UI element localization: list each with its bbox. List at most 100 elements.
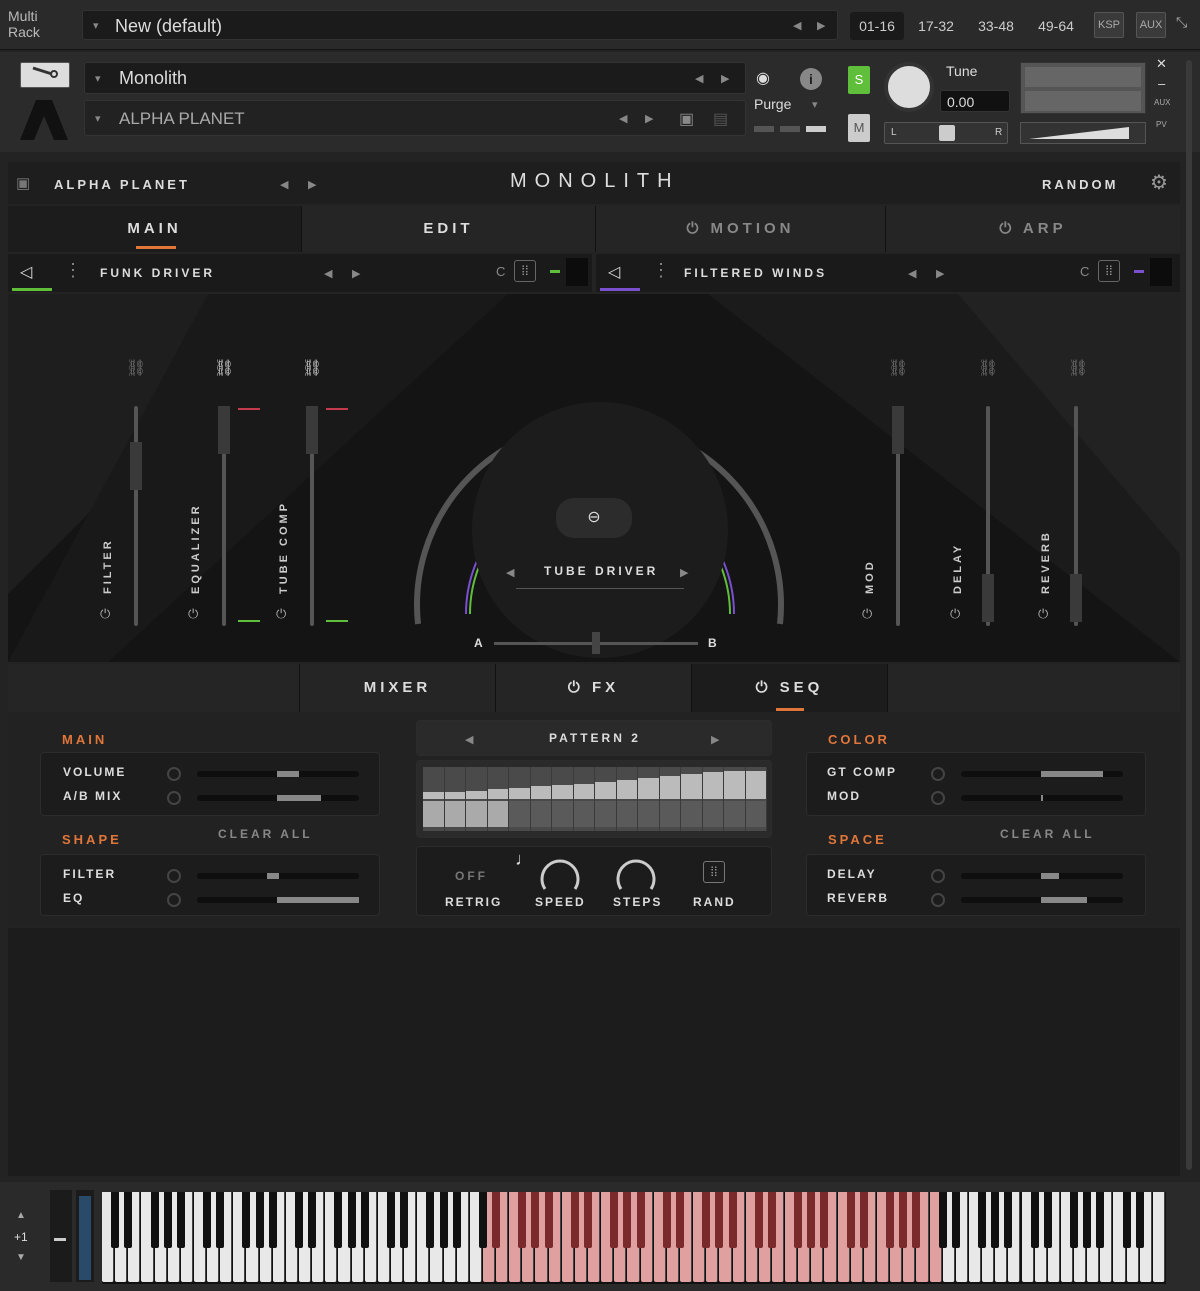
mod-ring-icon[interactable]: [931, 767, 945, 781]
black-key[interactable]: [1096, 1192, 1105, 1248]
black-key[interactable]: [807, 1192, 816, 1248]
mod-ring-icon[interactable]: [167, 767, 181, 781]
black-key[interactable]: [124, 1192, 133, 1248]
pan-handle[interactable]: [939, 125, 955, 141]
black-key[interactable]: [886, 1192, 895, 1248]
pattern-selector[interactable]: ◀ PATTERN 2 ▶: [416, 720, 772, 756]
aux-label[interactable]: AUX: [1154, 98, 1170, 107]
center-effect-name[interactable]: TUBE DRIVER: [544, 564, 658, 578]
tab-arp[interactable]: ⏻ ARP: [886, 206, 1180, 252]
mod-ring-icon[interactable]: [167, 893, 181, 907]
black-key[interactable]: [203, 1192, 212, 1248]
seq-step[interactable]: [616, 767, 637, 831]
range-tab-1[interactable]: 01-16: [850, 12, 904, 40]
black-key[interactable]: [163, 1192, 172, 1248]
black-key[interactable]: [531, 1192, 540, 1248]
octave-down-icon[interactable]: ▼: [16, 1252, 26, 1263]
pitch-wheel[interactable]: [50, 1190, 72, 1282]
seq-step[interactable]: [681, 767, 702, 831]
aux-button[interactable]: AUX: [1136, 12, 1166, 38]
prev-arrow-icon[interactable]: ◀: [465, 733, 473, 746]
black-key[interactable]: [728, 1192, 737, 1248]
black-key[interactable]: [938, 1192, 947, 1248]
range-tab-3[interactable]: 33-48: [968, 12, 1024, 40]
tune-knob[interactable]: [884, 62, 934, 112]
reverb-slider-handle[interactable]: [1070, 574, 1082, 622]
black-key[interactable]: [702, 1192, 711, 1248]
chevron-down-icon[interactable]: ▾: [95, 112, 101, 125]
seq-step[interactable]: [530, 767, 551, 831]
seq-step[interactable]: [552, 767, 573, 831]
power-icon[interactable]: ⏻: [188, 606, 198, 622]
link-icon[interactable]: ⛓: [214, 358, 234, 378]
link-icon[interactable]: ⛓: [126, 358, 146, 378]
black-key[interactable]: [360, 1192, 369, 1248]
grid-icon[interactable]: ⁞⁞: [514, 260, 536, 282]
range-tab-4[interactable]: 49-64: [1028, 12, 1084, 40]
power-icon[interactable]: ⏻: [100, 606, 110, 622]
save-icon[interactable]: ▣: [679, 109, 694, 129]
black-key[interactable]: [1135, 1192, 1144, 1248]
black-key[interactable]: [1070, 1192, 1079, 1248]
seq-step[interactable]: [444, 767, 465, 831]
power-icon[interactable]: ⏻: [276, 606, 286, 622]
mod-ring-icon[interactable]: [931, 893, 945, 907]
engine-b-name[interactable]: FILTERED WINDS: [684, 266, 827, 280]
steps-knob[interactable]: [613, 851, 659, 891]
seq-step[interactable]: [466, 767, 487, 831]
menu-dots-icon[interactable]: ⋮: [652, 260, 670, 281]
gear-icon[interactable]: ⚙: [1150, 170, 1168, 195]
speaker-icon[interactable]: ◁: [20, 262, 32, 282]
piano-keyboard[interactable]: [102, 1192, 1166, 1284]
tab-main[interactable]: MAIN: [8, 206, 302, 252]
rack-scrollbar[interactable]: [1186, 60, 1192, 1170]
black-key[interactable]: [1122, 1192, 1131, 1248]
mod-slider-handle[interactable]: [892, 406, 904, 454]
prev-arrow-icon[interactable]: ◀: [695, 72, 703, 85]
cycle-icon[interactable]: C: [496, 264, 505, 279]
tab-seq[interactable]: ⏻ SEQ: [692, 664, 888, 712]
next-arrow-icon[interactable]: ▶: [817, 19, 825, 32]
prev-arrow-icon[interactable]: ◀: [793, 19, 801, 32]
step-sequencer[interactable]: [416, 760, 772, 838]
black-key[interactable]: [794, 1192, 803, 1248]
black-key[interactable]: [610, 1192, 619, 1248]
speed-knob[interactable]: [537, 851, 583, 891]
black-key[interactable]: [478, 1192, 487, 1248]
black-key[interactable]: [492, 1192, 501, 1248]
link-icon[interactable]: ⛓: [978, 358, 998, 378]
black-key[interactable]: [636, 1192, 645, 1248]
delay-slider-handle[interactable]: [982, 574, 994, 622]
black-key[interactable]: [675, 1192, 684, 1248]
black-key[interactable]: [544, 1192, 553, 1248]
mod-ring-icon[interactable]: [931, 869, 945, 883]
black-key[interactable]: [623, 1192, 632, 1248]
seq-step[interactable]: [638, 767, 659, 831]
black-key[interactable]: [754, 1192, 763, 1248]
mod-ring-icon[interactable]: [931, 791, 945, 805]
link-icon[interactable]: ⛓: [1068, 358, 1088, 378]
eq-mod-bar[interactable]: [197, 897, 359, 903]
black-key[interactable]: [308, 1192, 317, 1248]
black-key[interactable]: [150, 1192, 159, 1248]
prev-arrow-icon[interactable]: ◀: [324, 267, 332, 280]
black-key[interactable]: [991, 1192, 1000, 1248]
chevron-down-icon[interactable]: ▾: [95, 72, 101, 85]
range-tab-2[interactable]: 17-32: [908, 12, 964, 40]
clear-all-button[interactable]: CLEAR ALL: [1000, 827, 1095, 841]
gt-comp-mod-bar[interactable]: [961, 771, 1123, 777]
link-icon[interactable]: ⛓: [888, 358, 908, 378]
power-icon[interactable]: ⏻: [862, 606, 872, 622]
save-icon[interactable]: ▣: [16, 174, 30, 192]
black-key[interactable]: [899, 1192, 908, 1248]
volume-mod-bar[interactable]: [197, 771, 359, 777]
tab-motion[interactable]: ⏻ MOTION: [596, 206, 886, 252]
prev-arrow-icon[interactable]: ◀: [280, 178, 288, 191]
seq-step[interactable]: [724, 767, 745, 831]
black-key[interactable]: [662, 1192, 671, 1248]
mod-ring-icon[interactable]: [167, 869, 181, 883]
pv-label[interactable]: PV: [1156, 120, 1167, 129]
tune-value-field[interactable]: 0.00: [940, 90, 1010, 112]
solo-button[interactable]: S: [848, 66, 870, 94]
mod-ring-icon[interactable]: [167, 791, 181, 805]
